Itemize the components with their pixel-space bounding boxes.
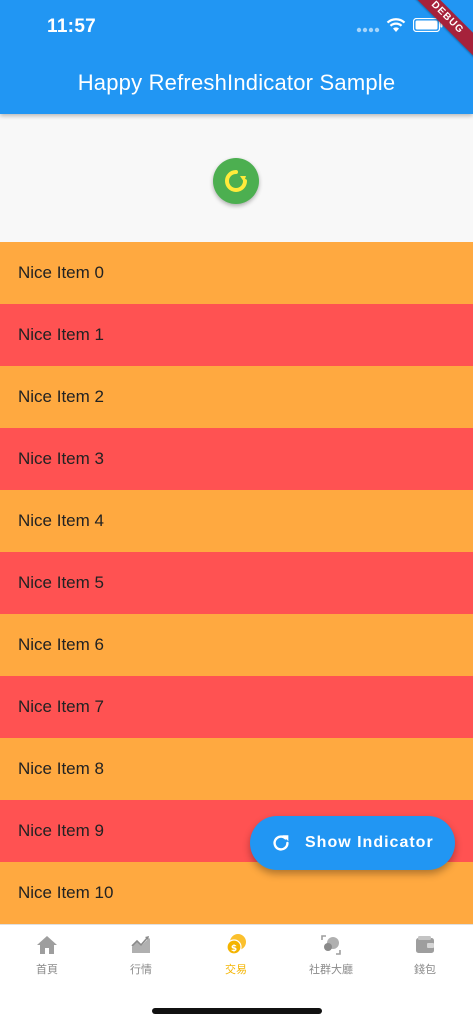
list-item-label: Nice Item 3 xyxy=(18,449,104,468)
list-item-label: Nice Item 7 xyxy=(18,697,104,716)
show-indicator-label: Show Indicator xyxy=(305,834,434,851)
coins-icon: $ xyxy=(226,934,246,955)
app-title: Happy RefreshIndicator Sample xyxy=(77,70,396,95)
wallet-icon xyxy=(416,936,434,953)
list-item[interactable]: Nice Item 3 xyxy=(0,428,473,490)
nav-item-market[interactable]: 行情 xyxy=(94,933,188,983)
nav-item-home[interactable]: 首頁 xyxy=(0,933,94,983)
list-item[interactable]: Nice Item 6 xyxy=(0,614,473,676)
cellular-signal-icon xyxy=(356,27,380,33)
nav-label-market: 行情 xyxy=(130,964,152,976)
list-item-label: Nice Item 2 xyxy=(18,387,104,406)
refresh-icon xyxy=(273,835,289,851)
app-bar: 11:57 Happy RefreshIndicator Sample xyxy=(0,0,473,114)
list-item[interactable]: Nice Item 2 xyxy=(0,366,473,428)
nav-label-home: 首頁 xyxy=(36,964,58,976)
nav-label-wallet: 錢包 xyxy=(414,964,436,976)
list-item-label: Nice Item 1 xyxy=(18,325,104,344)
nav-item-wallet[interactable]: 錢包 xyxy=(378,933,472,983)
list-item[interactable]: Nice Item 7 xyxy=(0,676,473,738)
nav-item-community[interactable]: 社群大廳 xyxy=(284,933,378,983)
svg-text:$: $ xyxy=(231,944,237,954)
list-item-label: Nice Item 4 xyxy=(18,511,104,530)
nav-label-trade: 交易 xyxy=(225,964,247,976)
list-item-label: Nice Item 6 xyxy=(18,635,104,654)
list-item[interactable]: Nice Item 1 xyxy=(0,304,473,366)
list-item[interactable]: Nice Item 5 xyxy=(0,552,473,614)
list-item-label: Nice Item 8 xyxy=(18,759,104,778)
nav-label-community: 社群大廳 xyxy=(309,964,353,976)
list-item[interactable]: Nice Item 4 xyxy=(0,490,473,552)
refresh-spinner-icon xyxy=(225,170,247,192)
show-indicator-button[interactable]: Show Indicator xyxy=(250,816,455,870)
list-item[interactable]: Nice Item 8 xyxy=(0,738,473,800)
home-indicator xyxy=(152,1008,322,1014)
status-time: 11:57 xyxy=(47,16,97,37)
list-item-label: Nice Item 0 xyxy=(18,263,104,282)
list-item[interactable]: Nice Item 0 xyxy=(0,242,473,304)
nav-item-trade[interactable]: $ 交易 xyxy=(189,933,283,983)
list-item-label: Nice Item 10 xyxy=(18,883,114,902)
refresh-indicator xyxy=(213,158,259,204)
home-icon xyxy=(37,936,57,954)
list-item[interactable]: Nice Item 10 xyxy=(0,862,473,924)
list-item-label: Nice Item 5 xyxy=(18,573,104,592)
chart-icon xyxy=(131,936,150,953)
status-bar: 11:57 xyxy=(0,0,473,54)
wifi-icon xyxy=(386,18,406,32)
list-item-label: Nice Item 9 xyxy=(18,821,104,840)
community-icon xyxy=(321,935,341,955)
